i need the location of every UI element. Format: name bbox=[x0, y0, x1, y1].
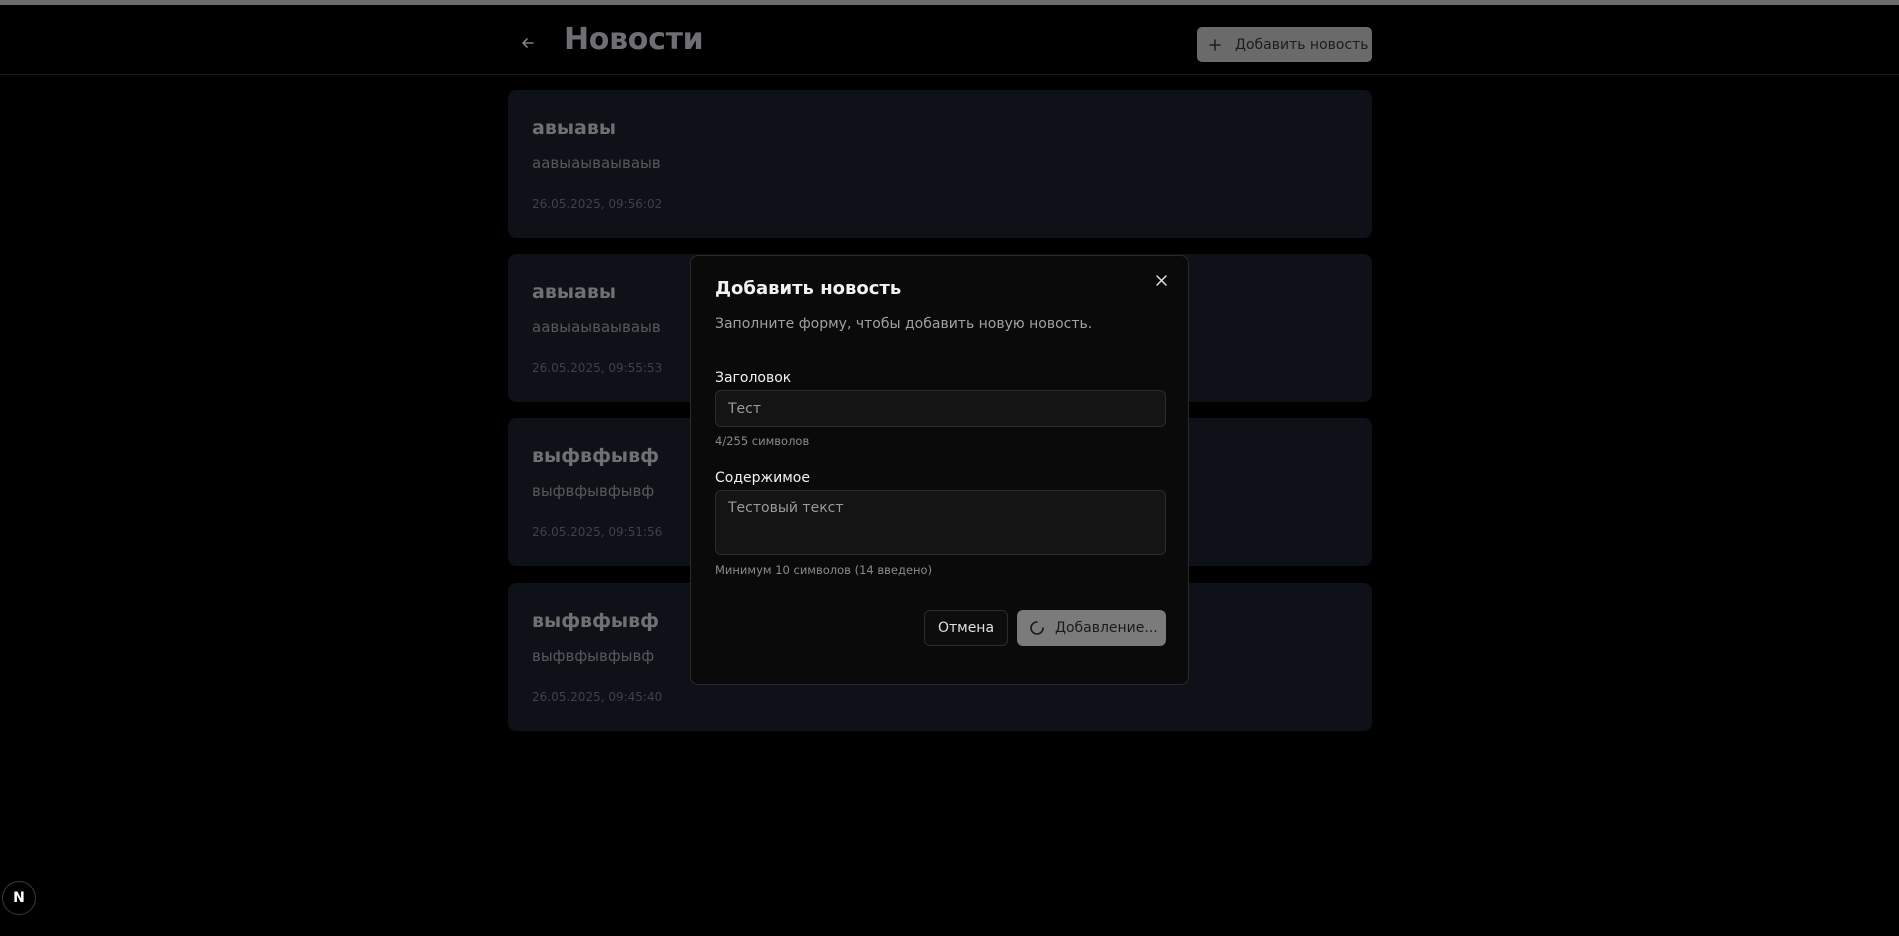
content-hint: Минимум 10 символов (14 введено) bbox=[715, 563, 933, 577]
close-icon bbox=[1155, 274, 1167, 286]
dialog-description: Заполните форму, чтобы добавить новую но… bbox=[715, 316, 1093, 332]
add-news-button-label: Добавить новость bbox=[1235, 36, 1369, 53]
nextjs-badge-label: N bbox=[13, 890, 25, 906]
news-body: выфвфывфывф bbox=[532, 482, 655, 500]
news-title: выфвфывф bbox=[532, 610, 659, 632]
title-input[interactable]: Тест bbox=[715, 390, 1166, 427]
title-field-label: Заголовок bbox=[715, 370, 792, 386]
news-date: 26.05.2025, 09:55:53 bbox=[532, 361, 663, 375]
nextjs-dev-badge[interactable]: N bbox=[2, 881, 36, 915]
cancel-button[interactable]: Отмена bbox=[924, 610, 1008, 646]
news-title: авыавы bbox=[532, 117, 617, 139]
news-title: выфвфывф bbox=[532, 445, 659, 467]
title-input-value: Тест bbox=[728, 400, 762, 417]
submit-button[interactable]: Добавление... bbox=[1017, 610, 1166, 646]
news-body: выфвфывфывф bbox=[532, 647, 655, 665]
back-button[interactable] bbox=[516, 31, 540, 55]
arrow-left-icon bbox=[522, 38, 534, 48]
spinner-icon bbox=[1029, 620, 1045, 636]
news-date: 26.05.2025, 09:45:40 bbox=[532, 690, 663, 704]
page-header: Новости Добавить новость bbox=[0, 5, 1899, 75]
news-date: 26.05.2025, 09:51:56 bbox=[532, 525, 663, 539]
close-button[interactable] bbox=[1152, 271, 1170, 289]
cancel-button-label: Отмена bbox=[937, 620, 995, 636]
page-title: Новости bbox=[564, 22, 704, 57]
plus-icon bbox=[1209, 38, 1221, 51]
dialog-title: Добавить новость bbox=[715, 278, 902, 299]
add-news-button[interactable]: Добавить новость bbox=[1197, 27, 1372, 62]
news-body: аавыаываываыв bbox=[532, 154, 661, 172]
content-textarea-value: Тестовый текст bbox=[728, 500, 844, 516]
content-field-label: Содержимое bbox=[715, 470, 810, 486]
news-body: аавыаываываыв bbox=[532, 318, 661, 336]
submit-button-label: Добавление... bbox=[1055, 620, 1158, 636]
add-news-dialog: Добавить новость Заполните форму, чтобы … bbox=[690, 255, 1189, 685]
content-textarea[interactable]: Тестовый текст bbox=[715, 490, 1166, 555]
news-card[interactable]: авыавы аавыаываываыв 26.05.2025, 09:56:0… bbox=[508, 90, 1372, 238]
news-title: авыавы bbox=[532, 281, 617, 303]
news-date: 26.05.2025, 09:56:02 bbox=[532, 197, 663, 211]
title-char-count: 4/255 символов bbox=[715, 434, 810, 448]
